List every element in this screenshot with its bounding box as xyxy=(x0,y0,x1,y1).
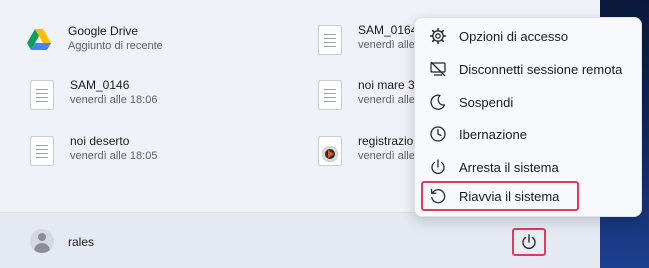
recent-item-name: noi deserto xyxy=(70,134,130,148)
username[interactable]: rales xyxy=(68,235,94,249)
menu-item-riavvia[interactable]: Riavvia il sistema xyxy=(421,181,579,211)
menu-item-sospendi[interactable]: Sospendi xyxy=(421,87,637,117)
document-icon xyxy=(318,25,342,55)
menu-item-label: Sospendi xyxy=(459,94,514,110)
clock-icon xyxy=(430,126,446,142)
gear-icon xyxy=(429,27,447,45)
recent-item-sam0146[interactable]: SAM_0146 venerdì alle 18:06 xyxy=(30,78,157,110)
recent-item-noi-deserto[interactable]: noi deserto venerdì alle 18:05 xyxy=(30,134,157,166)
recent-item-google-drive[interactable]: Google Drive Aggiunto di recente xyxy=(26,24,163,54)
recent-item-time: Aggiunto di recente xyxy=(68,40,163,52)
menu-item-ibernazione[interactable]: Ibernazione xyxy=(421,119,637,149)
menu-item-label: Opzioni di accesso xyxy=(459,28,569,44)
recent-item-name: Google Drive xyxy=(68,24,139,38)
recent-item-time: venerdì alle 18:06 xyxy=(70,94,158,106)
menu-item-opzioni-accesso[interactable]: Opzioni di accesso xyxy=(421,21,637,51)
power-icon xyxy=(522,234,536,249)
document-icon xyxy=(30,136,54,166)
menu-item-disconnetti[interactable]: Disconnetti sessione remota xyxy=(421,54,637,84)
recent-item-time: venerdì alle 18:05 xyxy=(70,150,158,162)
google-drive-icon xyxy=(27,29,51,50)
power-icon xyxy=(431,159,445,174)
power-button[interactable] xyxy=(512,228,546,256)
restart-icon xyxy=(430,188,446,204)
menu-item-label: Arresta il sistema xyxy=(459,159,559,175)
disconnect-icon xyxy=(430,61,446,77)
power-menu: Opzioni di accesso Disconnetti sessione … xyxy=(414,17,642,217)
menu-item-label: Ibernazione xyxy=(459,126,527,142)
document-icon xyxy=(30,80,54,110)
menu-item-label: Disconnetti sessione remota xyxy=(459,61,623,77)
moon-icon xyxy=(430,94,446,110)
document-icon xyxy=(318,80,342,110)
menu-item-arresta[interactable]: Arresta il sistema xyxy=(421,152,637,182)
menu-item-label: Riavvia il sistema xyxy=(459,188,560,204)
video-file-icon xyxy=(318,136,342,166)
user-avatar[interactable] xyxy=(30,229,54,253)
recent-item-name: SAM_0146 xyxy=(70,78,130,92)
